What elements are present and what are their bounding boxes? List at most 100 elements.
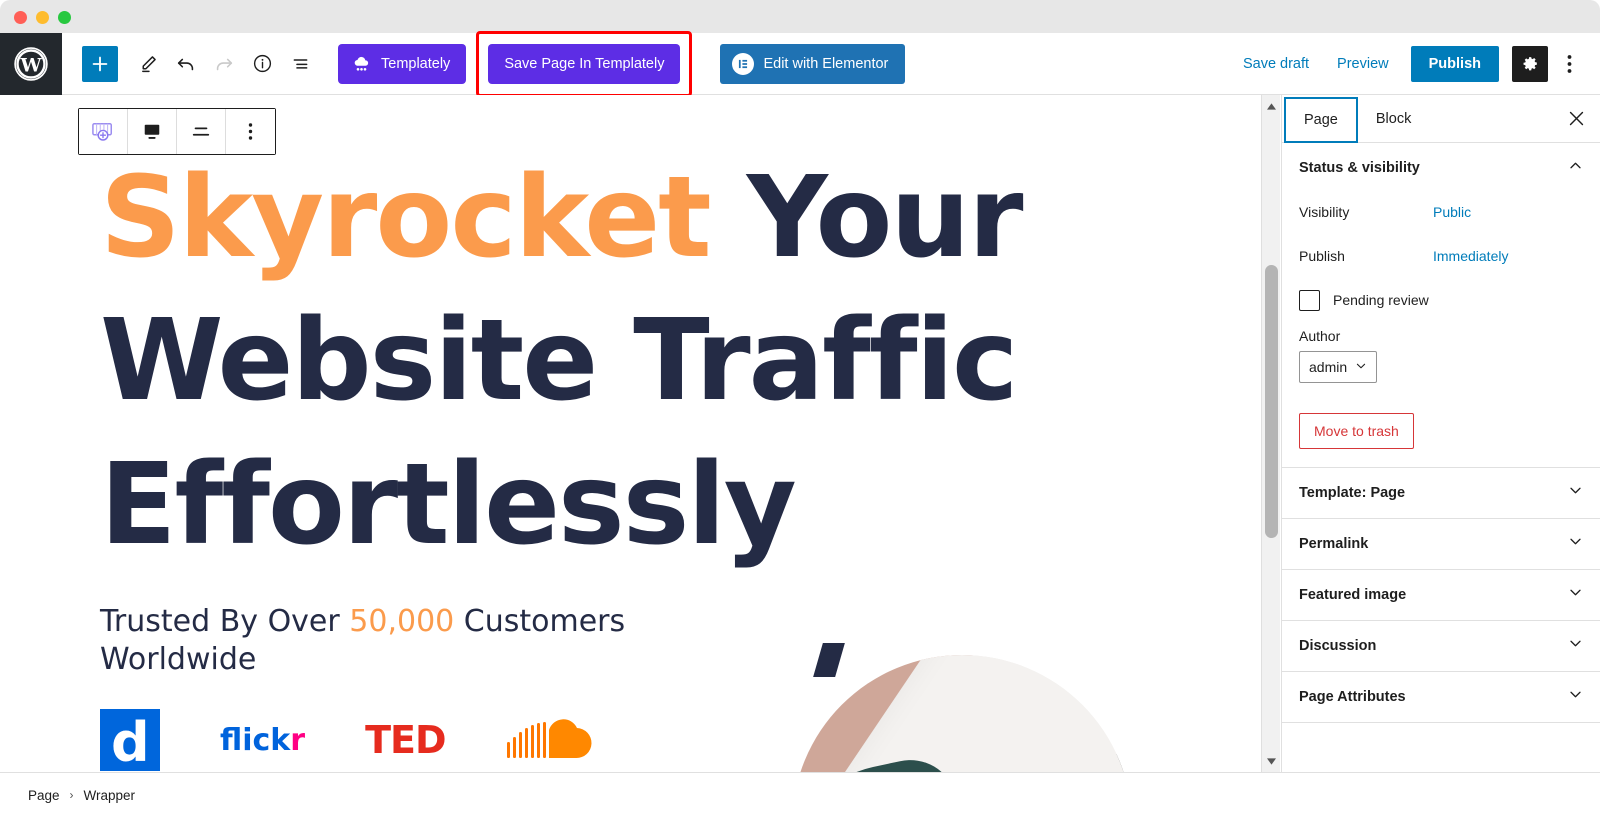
publish-value-button[interactable]: Immediately bbox=[1433, 248, 1583, 264]
client-logo-strip: d flick r TED bbox=[100, 705, 740, 772]
breadcrumb-item-page[interactable]: Page bbox=[28, 788, 60, 803]
window-close-button[interactable] bbox=[14, 11, 27, 24]
visibility-row: Visibility Public bbox=[1299, 193, 1583, 231]
preview-button[interactable]: Preview bbox=[1323, 56, 1403, 72]
flickr-logo-text-b: r bbox=[290, 722, 306, 758]
display-icon[interactable] bbox=[128, 109, 177, 154]
flickr-logo-text-a: flick bbox=[220, 722, 291, 758]
visibility-label: Visibility bbox=[1299, 204, 1350, 220]
tab-block[interactable]: Block bbox=[1358, 95, 1429, 142]
gear-icon[interactable] bbox=[1512, 45, 1548, 82]
window-zoom-button[interactable] bbox=[58, 11, 71, 24]
kebab-menu-icon[interactable] bbox=[1552, 46, 1586, 82]
panel-permalink-label: Permalink bbox=[1299, 536, 1369, 552]
panel-template[interactable]: Template: Page bbox=[1282, 467, 1600, 518]
window-traffic-lights bbox=[14, 11, 71, 24]
scroll-down-arrow-icon[interactable] bbox=[1262, 752, 1281, 770]
add-block-button[interactable] bbox=[82, 45, 118, 82]
wordpress-logo[interactable]: W bbox=[0, 32, 62, 95]
templately-button-label: Templately bbox=[381, 55, 451, 72]
hero-heading[interactable]: Skyrocket Your Website Traffic Effortles… bbox=[100, 147, 1160, 577]
breadcrumb-item-wrapper[interactable]: Wrapper bbox=[84, 788, 136, 803]
close-icon[interactable] bbox=[1552, 95, 1600, 142]
block-options-kebab-icon[interactable] bbox=[226, 109, 275, 154]
author-select-value: admin bbox=[1309, 359, 1348, 375]
breadcrumb-separator-icon: › bbox=[69, 788, 74, 802]
edit-with-elementor-button[interactable]: Edit with Elementor bbox=[720, 43, 906, 84]
editor-window: W Templately Save Page In Templately Edi… bbox=[0, 0, 1600, 817]
publish-button[interactable]: Publish bbox=[1410, 45, 1499, 82]
tab-page[interactable]: Page bbox=[1284, 97, 1358, 143]
panel-page-attributes-label: Page Attributes bbox=[1299, 689, 1406, 705]
publish-row: Publish Immediately bbox=[1299, 237, 1583, 275]
editor-actions-group: Save draft Preview Publish bbox=[1229, 45, 1600, 82]
panel-discussion[interactable]: Discussion bbox=[1282, 620, 1600, 671]
chevron-up-icon bbox=[1568, 158, 1583, 178]
templately-button[interactable]: Templately bbox=[338, 43, 467, 84]
undo-arrow-icon[interactable] bbox=[168, 46, 204, 82]
panel-template-label: Template: Page bbox=[1299, 485, 1406, 501]
save-draft-button[interactable]: Save draft bbox=[1229, 56, 1323, 72]
pencil-icon[interactable] bbox=[130, 46, 166, 82]
visibility-value-button[interactable]: Public bbox=[1433, 204, 1583, 220]
templately-block-icon[interactable] bbox=[79, 109, 128, 154]
canvas-scrollbar[interactable] bbox=[1261, 95, 1280, 772]
plugin-buttons-group: Templately Save Page In Templately Edit … bbox=[338, 30, 906, 97]
decorative-slash bbox=[813, 643, 845, 677]
status-visibility-panel-body: Visibility Public Publish Immediately Pe… bbox=[1282, 193, 1600, 399]
hero-sub-accent: 50,000 bbox=[349, 604, 455, 639]
chevron-down-icon bbox=[1568, 483, 1583, 503]
soundcloud-logo bbox=[505, 709, 605, 771]
publish-label: Publish bbox=[1299, 248, 1345, 264]
editor-top-bar: W Templately Save Page In Templately Edi… bbox=[0, 30, 1600, 97]
status-visibility-panel-header[interactable]: Status & visibility bbox=[1282, 143, 1600, 193]
save-in-templately-wrapper: Save Page In Templately bbox=[476, 30, 693, 97]
hero-sub-pre: Trusted By Over bbox=[100, 604, 350, 639]
dailymotion-logo-text: d bbox=[111, 711, 150, 771]
move-to-trash-button[interactable]: Move to trash bbox=[1299, 413, 1414, 449]
scroll-up-arrow-icon[interactable] bbox=[1262, 97, 1281, 115]
author-label: Author bbox=[1299, 328, 1341, 344]
panel-featured-image-label: Featured image bbox=[1299, 587, 1407, 603]
author-select[interactable]: admin bbox=[1299, 351, 1378, 383]
pending-review-label: Pending review bbox=[1333, 292, 1429, 308]
window-minimize-button[interactable] bbox=[36, 11, 49, 24]
sidebar-tabs: Page Block bbox=[1282, 95, 1600, 143]
window-titlebar bbox=[0, 0, 1600, 33]
panel-featured-image[interactable]: Featured image bbox=[1282, 569, 1600, 620]
hero-block[interactable]: Skyrocket Your Website Traffic Effortles… bbox=[0, 95, 1260, 772]
hero-workspace-photo bbox=[792, 655, 1132, 772]
panel-page-attributes[interactable]: Page Attributes bbox=[1282, 671, 1600, 722]
save-page-in-templately-button[interactable]: Save Page In Templately bbox=[488, 43, 681, 84]
move-to-trash-wrapper: Move to trash bbox=[1282, 399, 1600, 467]
sidebar-bottom-divider bbox=[1282, 722, 1600, 723]
info-circle-icon[interactable] bbox=[244, 46, 280, 82]
panel-discussion-label: Discussion bbox=[1299, 638, 1377, 654]
ted-logo: TED bbox=[365, 718, 446, 762]
status-visibility-title: Status & visibility bbox=[1299, 160, 1420, 176]
pending-review-checkbox[interactable] bbox=[1299, 289, 1320, 311]
elementor-icon bbox=[732, 52, 755, 75]
hero-subheading[interactable]: Trusted By Over 50,000 Customers Worldwi… bbox=[100, 603, 660, 678]
block-toolbar bbox=[78, 108, 276, 155]
pending-review-row: Pending review bbox=[1299, 281, 1583, 319]
settings-sidebar: Page Block Status & visibility Visibilit… bbox=[1281, 95, 1600, 772]
editor-canvas: Skyrocket Your Website Traffic Effortles… bbox=[0, 95, 1260, 772]
svg-text:W: W bbox=[19, 54, 42, 76]
dailymotion-logo: d bbox=[100, 709, 160, 771]
scrollbar-thumb[interactable] bbox=[1265, 265, 1278, 538]
redo-arrow-icon[interactable] bbox=[206, 46, 242, 82]
chevron-down-icon bbox=[1355, 359, 1367, 375]
flickr-logo: flick r bbox=[220, 709, 305, 771]
chevron-down-icon bbox=[1568, 585, 1583, 605]
chevron-down-icon bbox=[1568, 534, 1583, 554]
list-view-icon[interactable] bbox=[282, 46, 318, 82]
align-icon[interactable] bbox=[177, 109, 226, 154]
templately-cloud-icon bbox=[351, 53, 372, 74]
chevron-down-icon bbox=[1568, 687, 1583, 707]
panel-permalink[interactable]: Permalink bbox=[1282, 518, 1600, 569]
breadcrumb: Page › Wrapper bbox=[0, 772, 1600, 817]
elementor-button-label: Edit with Elementor bbox=[763, 55, 889, 72]
editor-tools-group bbox=[62, 45, 318, 82]
hero-heading-accent: Skyrocket bbox=[100, 153, 712, 283]
